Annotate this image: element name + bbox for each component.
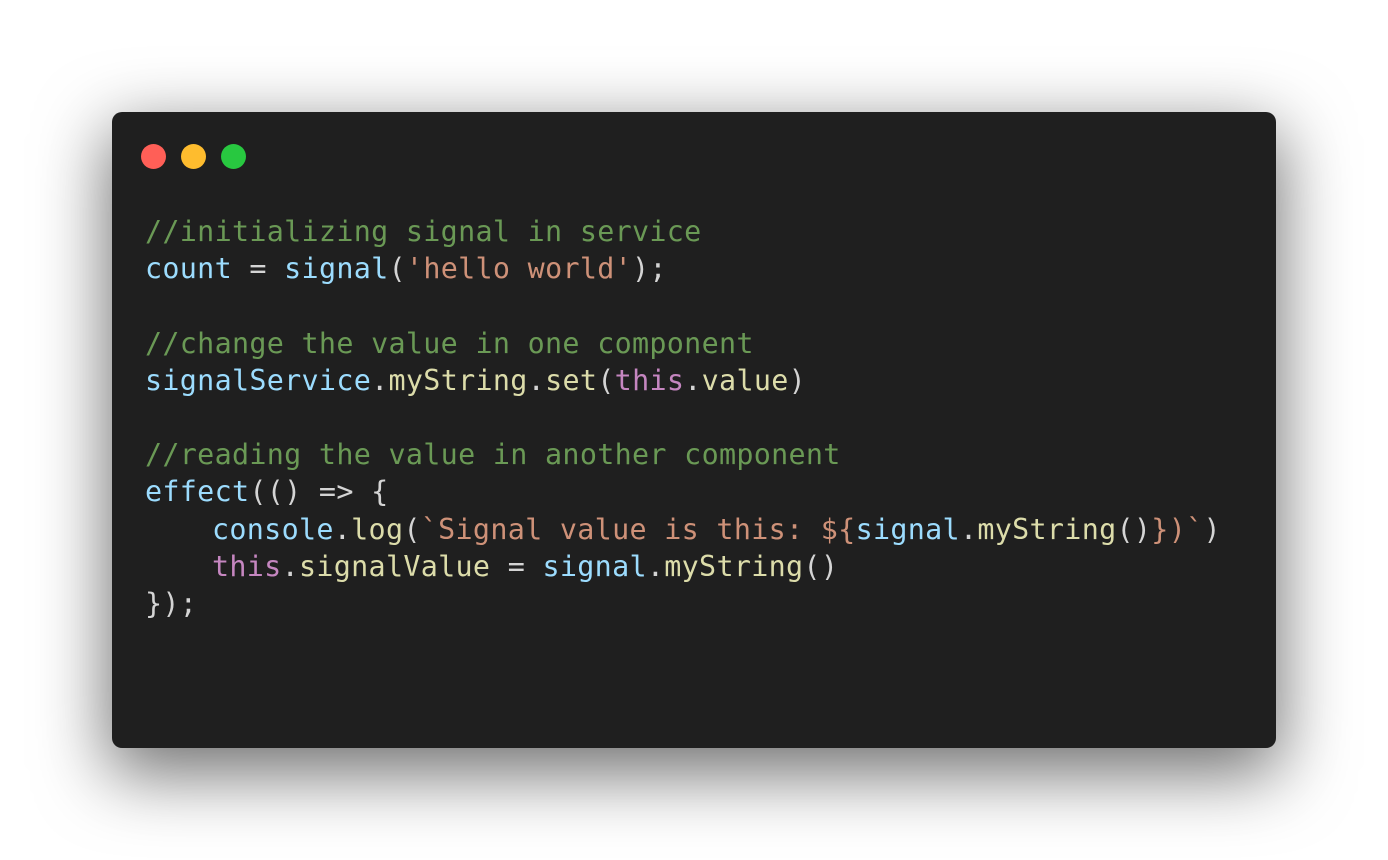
code-token-punctuation: = [490,549,543,583]
code-token-comment: //reading the value in another component [145,438,841,472]
code-token-variable: count [145,252,232,286]
code-token-function: log [351,512,404,546]
code-token-comment: //change the value in one component [145,326,754,360]
close-dot-icon[interactable] [141,144,166,169]
code-token-punctuation: . [333,512,352,546]
code-token-string: `Signal value is this: ${ [420,512,856,546]
code-token-punctuation: = [231,252,285,286]
code-token-function: value [701,363,789,397]
code-line: //initializing signal in service [145,213,1221,250]
code-token-punctuation: ); [632,252,667,286]
code-token-punctuation: () [803,549,839,583]
code-token-variable: console [212,512,334,546]
code-token-punctuation: . [684,363,702,397]
code-token-comment: //initializing signal in service [145,215,702,248]
code-block: //initializing signal in service count = … [145,213,1221,622]
code-line: signalService.myString.set(this.value) [145,362,1221,399]
code-line: count = signal('hello world'); [145,250,1221,287]
code-token-function: myString [977,512,1117,546]
code-token-punctuation: ( [403,512,421,546]
code-token-string: })` [1151,512,1204,546]
code-token-punctuation: . [959,512,978,546]
code-token-function: signalValue [298,549,491,583]
code-token-punctuation: ) [788,363,807,397]
code-token-variable: signal [542,549,647,583]
code-token-punctuation: ( [597,363,615,397]
code-line: //change the value in one component [145,325,1221,362]
code-token-variable: signal [284,252,389,286]
code-token-function: myString [388,363,528,397]
code-line: console.log(`Signal value is this: ${sig… [145,511,1221,548]
window-controls [141,144,246,169]
code-window: //initializing signal in service count = … [112,112,1276,748]
minimize-dot-icon[interactable] [181,144,206,169]
code-token-keyword: this [614,363,685,397]
code-token-punctuation: ) [1203,512,1221,546]
code-token-punctuation: (() => { [249,475,389,509]
code-token-punctuation: . [371,363,389,397]
code-token-punctuation: . [281,549,299,583]
code-token-variable: signalService [145,363,372,397]
code-token-punctuation: . [646,549,665,583]
code-line: }); [145,585,1221,622]
code-token-variable: effect [145,475,250,509]
code-token-function: myString [664,549,804,583]
zoom-dot-icon[interactable] [221,144,246,169]
code-line: effect(() => { [145,473,1221,510]
code-line: this.signalValue = signal.myString() [145,548,1221,585]
code-token-variable: signal [855,512,960,546]
code-token-punctuation: }); [145,586,198,620]
code-token-function: set [545,363,598,397]
code-token-string: 'hello world' [405,252,633,286]
code-token-punctuation: () [1116,512,1152,546]
code-token-punctuation: ( [388,252,406,286]
code-token-punctuation: . [527,363,546,397]
code-token-keyword: this [212,549,282,583]
code-line: //reading the value in another component [145,436,1221,473]
